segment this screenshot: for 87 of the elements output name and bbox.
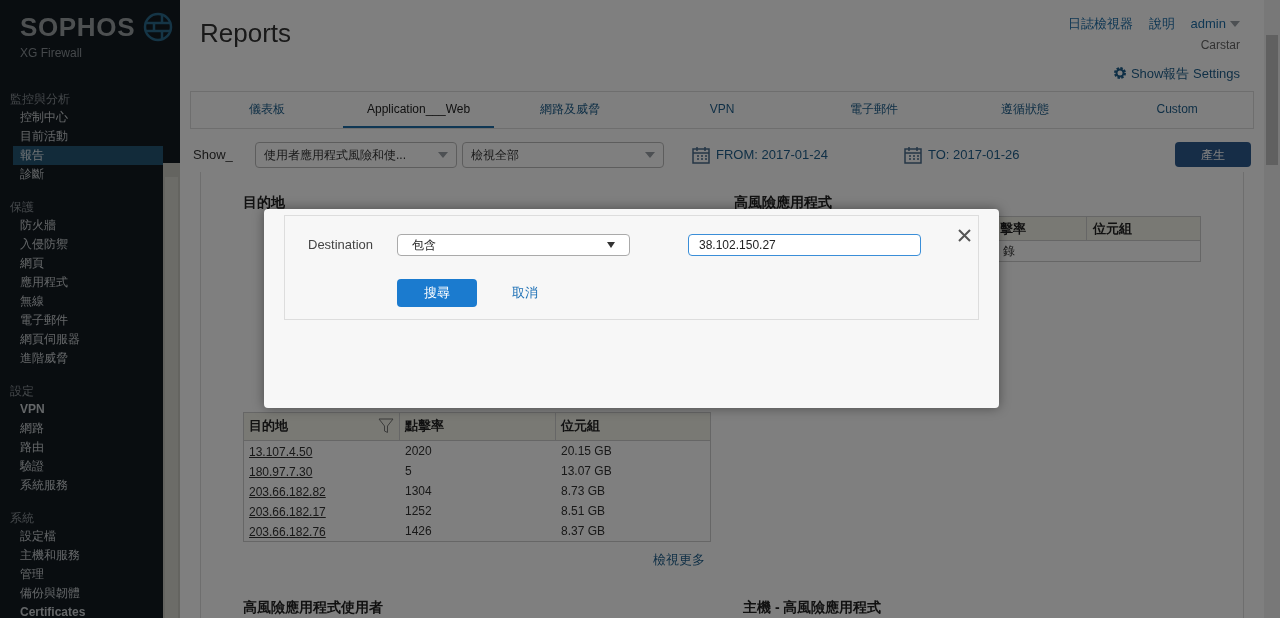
sidebar-item[interactable]: 電子郵件 bbox=[13, 311, 163, 330]
sidebar-item[interactable]: 設定檔 bbox=[13, 527, 163, 546]
page-scrollbar[interactable] bbox=[1264, 0, 1280, 618]
report-select[interactable]: 使用者應用程式風險和使... bbox=[255, 141, 457, 168]
sidebar-item[interactable]: Certificates bbox=[13, 603, 163, 618]
header-link[interactable]: 說明 bbox=[1148, 14, 1175, 34]
destination-link[interactable]: 180.97.7.30 bbox=[249, 464, 313, 479]
table-cell-text: 5 bbox=[404, 462, 413, 480]
sidebar-item[interactable]: 控制中心 bbox=[13, 108, 163, 127]
sidebar-item[interactable]: 主機和服務 bbox=[13, 546, 163, 565]
search-button[interactable]: 搜尋 bbox=[397, 279, 477, 307]
report-tab[interactable]: Custom bbox=[1101, 92, 1254, 128]
table-header: 擊率 bbox=[999, 219, 1027, 238]
sidebar-item[interactable]: 入侵防禦 bbox=[13, 235, 163, 254]
widget-title: 高風險應用程式使用者 bbox=[243, 598, 384, 617]
header-link[interactable]: 日誌檢視器 bbox=[1067, 14, 1133, 34]
table-header: 目的地 bbox=[249, 417, 288, 436]
report-tab[interactable]: Application___Web bbox=[342, 92, 495, 128]
sidebar-item[interactable]: 路由 bbox=[13, 438, 163, 457]
report-tab[interactable]: 電子郵件 bbox=[797, 92, 950, 128]
destination-link[interactable]: 13.107.4.50 bbox=[249, 444, 313, 459]
view-select[interactable]: 檢視全部 bbox=[462, 141, 664, 168]
table-cell-text: 1252 bbox=[404, 502, 433, 520]
table-cell-text: 8.51 GB bbox=[560, 502, 607, 520]
table-header: 位元組 bbox=[1086, 216, 1200, 240]
sidebar-item[interactable]: 驗證 bbox=[13, 457, 163, 476]
field-label: Destination bbox=[308, 236, 375, 255]
destination-link[interactable]: 203.66.182.82 bbox=[249, 484, 326, 499]
sidebar-item[interactable]: 網頁伺服器 bbox=[13, 330, 163, 349]
destination-link[interactable]: 203.66.182.76 bbox=[249, 524, 326, 539]
product-name: XG Firewall bbox=[20, 45, 83, 62]
filter-icon bbox=[378, 418, 394, 434]
shield-logo-icon bbox=[143, 12, 174, 42]
widget-title: 主機 - 高風險應用程式 bbox=[743, 598, 882, 617]
report-tab[interactable]: VPN bbox=[646, 92, 798, 128]
generate-button[interactable]: 產生 bbox=[1175, 142, 1251, 167]
sidebar-item[interactable]: 應用程式 bbox=[13, 273, 163, 292]
sidebar-section-title: 保護 bbox=[9, 199, 35, 216]
sidebar-item[interactable]: 系統服務 bbox=[13, 476, 163, 495]
sidebar-scrollbar[interactable] bbox=[163, 163, 180, 618]
sidebar-item[interactable]: 防火牆 bbox=[13, 216, 163, 235]
show-label: Show_ bbox=[193, 145, 234, 164]
operator-select[interactable]: 包含 bbox=[397, 234, 630, 256]
user-menu[interactable]: admin bbox=[1190, 14, 1240, 34]
calendar-icon bbox=[904, 145, 922, 164]
widget-title: 高風險應用程式 bbox=[734, 192, 833, 212]
organization-name: Carstar bbox=[1200, 36, 1240, 54]
table-cell-text: 13.07 GB bbox=[560, 462, 613, 480]
sidebar-item[interactable]: 無線 bbox=[13, 292, 163, 311]
destination-link[interactable]: 203.66.182.17 bbox=[249, 504, 326, 519]
sidebar-item[interactable]: 進階威脅 bbox=[13, 349, 163, 368]
cancel-link[interactable]: 取消 bbox=[512, 283, 538, 303]
settings-icon bbox=[1112, 66, 1127, 81]
table-cell-text: 2020 bbox=[404, 442, 433, 460]
report-tab[interactable]: 遵循狀態 bbox=[949, 92, 1102, 128]
table-header: 位元組 bbox=[561, 417, 600, 436]
calendar-icon bbox=[692, 145, 710, 164]
table-cell-text: 20.15 GB bbox=[560, 442, 613, 460]
brand-logo-text: SOPHOS bbox=[20, 14, 136, 40]
caret-icon bbox=[438, 151, 448, 158]
report-tab[interactable]: 儀表板 bbox=[191, 92, 343, 128]
from-date[interactable]: FROM: 2017-01-24 bbox=[716, 144, 828, 165]
sidebar-item[interactable]: 網路 bbox=[13, 419, 163, 438]
table-header: 點擊率 bbox=[405, 417, 444, 436]
caret-icon bbox=[607, 242, 615, 248]
table-cell-text: 1304 bbox=[404, 482, 433, 500]
widget-title: 目的地 bbox=[243, 192, 286, 212]
close-icon[interactable] bbox=[958, 229, 971, 242]
table-cell-text: 1426 bbox=[404, 522, 433, 540]
report-tab[interactable]: 網路及威脅 bbox=[494, 92, 647, 128]
sidebar-item[interactable]: 診斷 bbox=[13, 165, 163, 184]
sidebar-item[interactable]: 目前活動 bbox=[13, 127, 163, 146]
sidebar-item[interactable]: 管理 bbox=[13, 565, 163, 584]
caret-icon bbox=[1230, 20, 1240, 27]
page-title: Reports bbox=[200, 17, 292, 50]
table-cell-text: 8.73 GB bbox=[560, 482, 607, 500]
sidebar-item[interactable]: 備份與韌體 bbox=[13, 584, 163, 603]
table-cell-text: 錄 bbox=[1003, 242, 1015, 260]
sidebar-item[interactable]: 報告 bbox=[13, 146, 163, 165]
sidebar-item[interactable]: VPN bbox=[13, 400, 163, 419]
report-settings-button[interactable]: Show報告 Settings bbox=[1112, 63, 1240, 83]
sidebar-item[interactable]: 網頁 bbox=[13, 254, 163, 273]
caret-icon bbox=[645, 151, 655, 158]
to-date[interactable]: TO: 2017-01-26 bbox=[928, 144, 1020, 165]
value-field[interactable]: 38.102.150.27 bbox=[688, 234, 921, 256]
table-cell-text: 8.37 GB bbox=[560, 522, 607, 540]
view-more-link[interactable]: 檢視更多 bbox=[653, 549, 705, 569]
